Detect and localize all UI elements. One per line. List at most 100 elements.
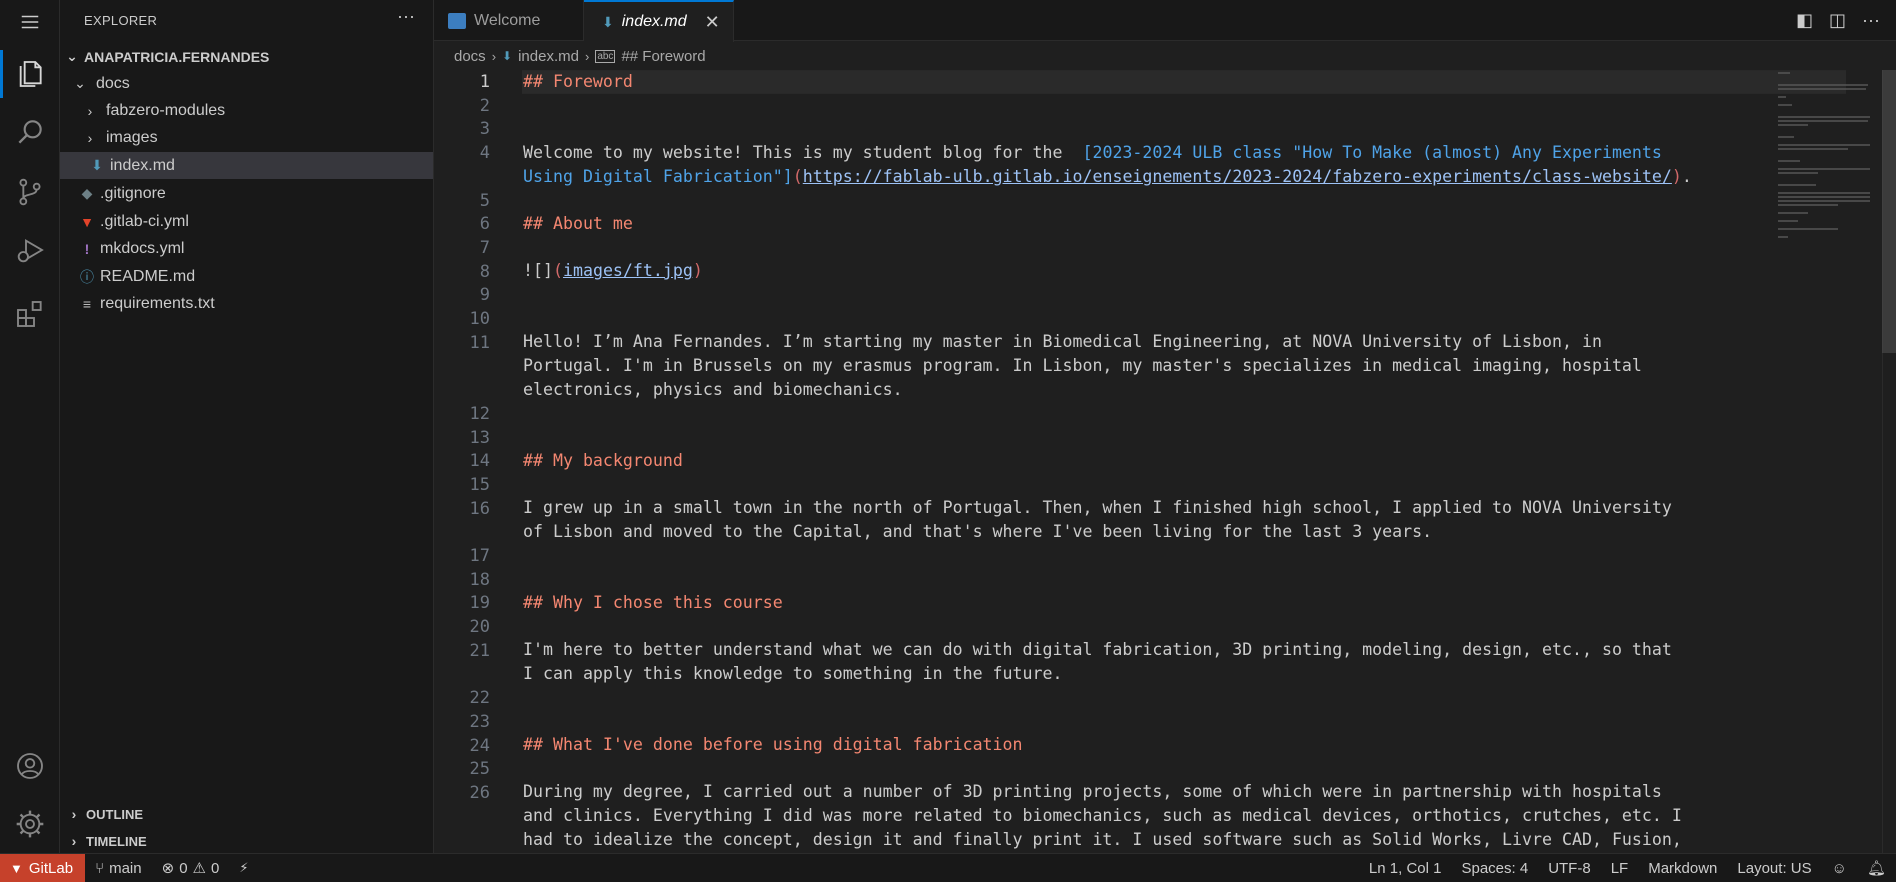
code-line: ## What I've done before using digital f… xyxy=(523,733,1023,757)
tab-welcome[interactable]: Welcome xyxy=(434,0,584,41)
tree-item-mkdocs[interactable]: ! mkdocs.yml xyxy=(60,235,433,262)
tree-item-index-md[interactable]: ⬇ index.md xyxy=(60,152,433,179)
code-line: ## About me xyxy=(523,212,633,236)
split-editor-icon[interactable]: ◫ xyxy=(1829,10,1846,31)
tree-item-label: README.md xyxy=(100,267,196,285)
remote-indicator[interactable]: ▼ GitLab xyxy=(0,853,86,882)
code-line: Using Digital Fabrication"](https://fabl… xyxy=(523,165,1692,189)
code-line: I can apply this knowledge to something … xyxy=(523,664,1063,683)
tab-index-md[interactable]: ⬇ index.md ✕ xyxy=(584,0,734,42)
code-link[interactable]: https://fablab-ulb.gitlab.io/enseignemen… xyxy=(803,167,1672,186)
minimap-line xyxy=(1778,120,1868,122)
tree-item-gitignore[interactable]: ◆ .gitignore xyxy=(60,180,433,207)
close-icon[interactable]: ✕ xyxy=(705,12,720,33)
open-preview-icon[interactable]: ◧ xyxy=(1796,10,1813,31)
explorer-sidebar: EXPLORER ··· ⌄ ANAPATRICIA.FERNANDES ⌄ d… xyxy=(60,0,434,853)
code-text: images/ft.jpg xyxy=(562,261,693,280)
more-actions-icon[interactable]: ··· xyxy=(397,6,415,27)
breadcrumb-item[interactable]: ## Foreword xyxy=(621,48,705,65)
line-number: 17 xyxy=(469,546,490,566)
breadcrumb-item[interactable]: docs xyxy=(454,48,486,65)
line-number: 15 xyxy=(469,475,490,495)
code-line: Welcome to my website! This is my studen… xyxy=(523,141,1662,165)
accounts-icon[interactable] xyxy=(0,738,60,794)
remote-label: GitLab xyxy=(28,859,74,877)
code-text: ( xyxy=(552,261,563,280)
git-branch-icon: ⑂ xyxy=(95,859,105,877)
branch-indicator[interactable]: ⑂ main xyxy=(85,860,152,877)
run-debug-icon[interactable] xyxy=(0,222,60,278)
tree-item-requirements[interactable]: ≡ requirements.txt xyxy=(60,290,433,317)
code-line: I'm here to better understand what we ca… xyxy=(523,640,1672,659)
tree-item-fabzero-modules[interactable]: › fabzero-modules xyxy=(60,97,433,124)
minimap-line xyxy=(1778,204,1838,206)
code-line: I grew up in a small town in the north o… xyxy=(523,498,1672,517)
markdown-file-icon: ⬇ xyxy=(91,157,103,173)
code-text: ## What I've done before using digital f… xyxy=(523,735,1023,754)
explorer-icon[interactable] xyxy=(0,46,60,102)
code-text: ## About me xyxy=(523,214,633,233)
symbol-string-icon: abc xyxy=(595,49,616,63)
outline-section[interactable]: › OUTLINE xyxy=(60,801,433,827)
outline-label: OUTLINE xyxy=(86,806,144,822)
line-number: 10 xyxy=(469,309,490,329)
breadcrumb-item[interactable]: index.md xyxy=(518,48,579,65)
minimap-line xyxy=(1778,184,1816,186)
language-mode[interactable]: Markdown xyxy=(1638,860,1727,877)
minimap-line xyxy=(1778,104,1792,106)
code-text: . xyxy=(1681,167,1692,186)
tree-item-label: docs xyxy=(96,74,130,92)
tree-item-label: .gitignore xyxy=(100,184,166,202)
line-number: 18 xyxy=(469,570,490,590)
minimap-line xyxy=(1778,148,1848,150)
minimap[interactable] xyxy=(1774,70,1874,853)
code-text: ) xyxy=(692,261,703,280)
text-file-icon: ≡ xyxy=(82,295,92,312)
tree-item-images[interactable]: › images xyxy=(60,124,433,151)
menu-icon[interactable] xyxy=(0,0,60,44)
minimap-line xyxy=(1778,228,1838,230)
line-number: 4 xyxy=(479,143,490,163)
scrollbar-thumb[interactable] xyxy=(1882,70,1896,353)
chevron-right-icon: › xyxy=(491,48,497,64)
tree-item-gitlab-ci[interactable]: ▼ .gitlab-ci.yml xyxy=(60,208,433,235)
workspace-root[interactable]: ⌄ ANAPATRICIA.FERNANDES xyxy=(60,43,433,70)
vertical-scrollbar[interactable] xyxy=(1882,70,1896,853)
timeline-section[interactable]: › TIMELINE xyxy=(60,828,433,854)
line-number: 26 xyxy=(469,783,490,803)
settings-gear-icon[interactable] xyxy=(0,796,60,852)
branch-label: main xyxy=(109,859,142,877)
indentation[interactable]: Spaces: 4 xyxy=(1451,860,1538,877)
line-number: 14 xyxy=(469,451,490,471)
problems-indicator[interactable]: ⊗ 0 ⚠ 0 xyxy=(152,859,230,878)
minimap-line xyxy=(1778,160,1800,162)
code-text: ( xyxy=(792,167,803,186)
tree-item-readme[interactable]: ⓘ README.md xyxy=(60,263,433,290)
extensions-icon[interactable] xyxy=(0,286,60,342)
editor[interactable]: 1 2 3 4 5 6 7 8 9 10 11 12 13 14 15 16 17 18 19 20 21 22 23 24 2… xyxy=(434,70,1896,853)
chevron-right-icon: › xyxy=(71,833,77,849)
tab-label: Welcome xyxy=(474,11,541,29)
end-of-line[interactable]: LF xyxy=(1601,860,1639,877)
cursor-position[interactable]: Ln 1, Col 1 xyxy=(1359,860,1452,877)
code-line: ## Foreword xyxy=(523,70,633,94)
broadcast-icon[interactable]: ⚡ xyxy=(229,860,258,876)
line-number: 24 xyxy=(469,736,490,756)
sidebar-title: EXPLORER xyxy=(84,13,158,28)
encoding[interactable]: UTF-8 xyxy=(1538,860,1601,877)
search-icon[interactable] xyxy=(0,104,60,160)
chevron-right-icon: › xyxy=(584,48,590,64)
source-control-icon[interactable] xyxy=(0,164,60,220)
code-link[interactable]: images/ft.jpg xyxy=(563,261,693,280)
feedback-icon[interactable]: ☺ xyxy=(1822,860,1857,877)
more-actions-icon[interactable]: ··· xyxy=(1862,10,1880,31)
minimap-line xyxy=(1778,124,1808,126)
keyboard-layout[interactable]: Layout: US xyxy=(1727,860,1821,877)
notifications-bell-icon[interactable]: 🔔︎ xyxy=(1857,859,1896,877)
code-text: ## Why I chose this course xyxy=(523,593,783,612)
line-number: 6 xyxy=(479,214,490,234)
minimap-line xyxy=(1778,144,1870,146)
tree-item-docs[interactable]: ⌄ docs xyxy=(60,70,433,97)
minimap-line xyxy=(1778,236,1788,238)
status-bar: ▼ GitLab ⑂ main ⊗ 0 ⚠ 0 ⚡ Ln 1, Col 1 Sp… xyxy=(0,853,1896,882)
